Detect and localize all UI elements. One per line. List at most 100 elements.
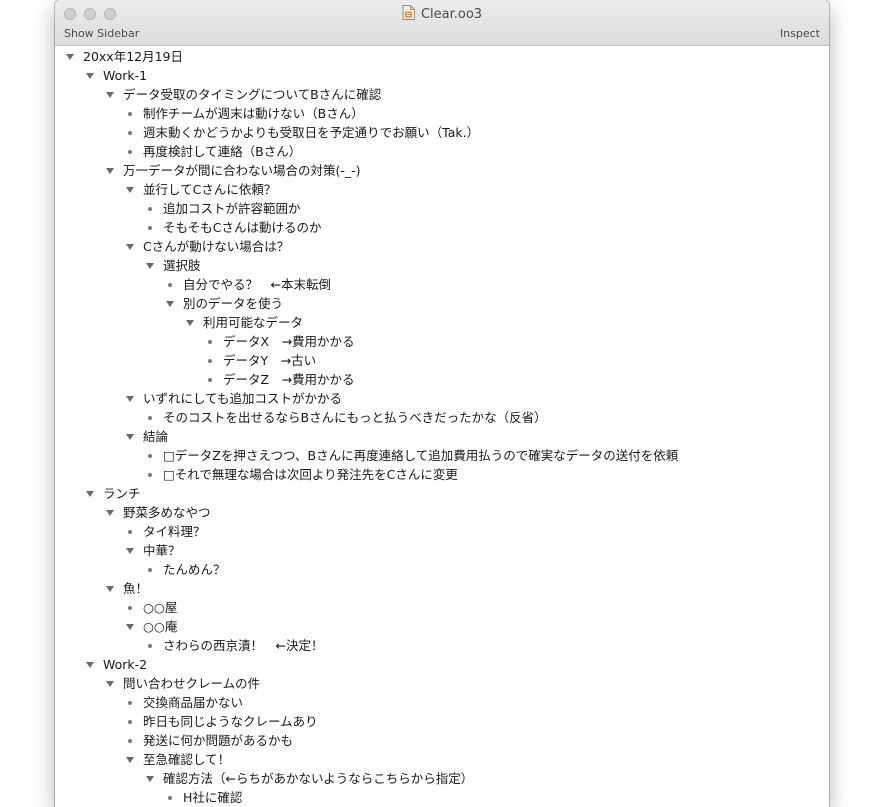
outline-row[interactable]: H社に確認 bbox=[55, 788, 829, 807]
disclosure-triangle-icon[interactable] bbox=[125, 541, 135, 560]
outline-row-parent[interactable]: 魚！ bbox=[55, 579, 829, 598]
outline-row-text[interactable]: そのコストを出せるならBさんにもっと払うべきだったかな（反省） bbox=[163, 408, 547, 427]
outline-row[interactable]: 週末動くかどうかよりも受取日を予定通りでお願い（Tak.） bbox=[55, 123, 829, 142]
outline-row-text[interactable]: Work-1 bbox=[103, 66, 147, 85]
disclosure-triangle-icon[interactable] bbox=[125, 180, 135, 199]
outline-row-text[interactable]: 選択肢 bbox=[163, 256, 201, 275]
outline-row-text[interactable]: 発送に何か問題があるかも bbox=[143, 731, 293, 750]
outline-row[interactable]: □データZを押さえつつ、Bさんに再度連絡して追加費用払うので確実なデータの送付を… bbox=[55, 446, 829, 465]
outline-row[interactable]: □それで無理な場合は次回より発注先をCさんに変更 bbox=[55, 465, 829, 484]
outline-row-parent[interactable]: 確認方法（←らちがあかないようならこちらから指定） bbox=[55, 769, 829, 788]
outline-row-text[interactable]: □それで無理な場合は次回より発注先をCさんに変更 bbox=[163, 465, 458, 484]
outline-row[interactable]: 自分でやる？ ←本末転倒 bbox=[55, 275, 829, 294]
outline-row-text[interactable]: 追加コストが許容範囲か bbox=[163, 199, 301, 218]
outline-row-parent[interactable]: 問い合わせクレームの件 bbox=[55, 674, 829, 693]
outline-row-text[interactable]: 至急確認して！ bbox=[143, 750, 230, 769]
outline-row-text[interactable]: ○○屋 bbox=[143, 598, 177, 617]
disclosure-triangle-icon[interactable] bbox=[125, 617, 135, 636]
outline-row[interactable]: 交換商品届かない bbox=[55, 693, 829, 712]
outline-row[interactable]: データZ →費用かかる bbox=[55, 370, 829, 389]
outline-row-text[interactable]: Cさんが動けない場合は？ bbox=[143, 237, 289, 256]
outline-row-text[interactable]: データY →古い bbox=[223, 351, 316, 370]
outline-row-parent[interactable]: 並行してCさんに依頼？ bbox=[55, 180, 829, 199]
outline-row-text[interactable]: 野菜多めなやつ bbox=[123, 503, 211, 522]
outline-row[interactable]: データY →古い bbox=[55, 351, 829, 370]
outline-row-text[interactable]: ○○庵 bbox=[143, 617, 177, 636]
outline-row-parent[interactable]: Work-1 bbox=[55, 66, 829, 85]
disclosure-triangle-icon[interactable] bbox=[125, 427, 135, 446]
outline-row[interactable]: タイ料理？ bbox=[55, 522, 829, 541]
outline-row-parent[interactable]: 選択肢 bbox=[55, 256, 829, 275]
outline-row-parent[interactable]: 別のデータを使う bbox=[55, 294, 829, 313]
disclosure-triangle-icon[interactable] bbox=[145, 256, 155, 275]
outline-row-text[interactable]: □データZを押さえつつ、Bさんに再度連絡して追加費用払うので確実なデータの送付を… bbox=[163, 446, 678, 465]
outline-row[interactable]: データX →費用かかる bbox=[55, 332, 829, 351]
outline-row-text[interactable]: 利用可能なデータ bbox=[203, 313, 303, 332]
disclosure-triangle-icon[interactable] bbox=[65, 47, 75, 66]
disclosure-triangle-icon[interactable] bbox=[105, 674, 115, 693]
outline-row-text[interactable]: データZ →費用かかる bbox=[223, 370, 355, 389]
outline-row-text[interactable]: いずれにしても追加コストがかかる bbox=[143, 389, 342, 408]
outline-row-parent[interactable]: 20xx年12月19日 bbox=[55, 47, 829, 66]
outline-row-text[interactable]: 20xx年12月19日 bbox=[83, 47, 183, 66]
disclosure-triangle-icon[interactable] bbox=[105, 85, 115, 104]
outline-row-text[interactable]: さわらの西京漬！ ←決定！ bbox=[163, 636, 323, 655]
outline-row-text[interactable]: そもそもCさんは動けるのか bbox=[163, 218, 321, 237]
outline-row[interactable]: たんめん？ bbox=[55, 560, 829, 579]
outline-row[interactable]: そもそもCさんは動けるのか bbox=[55, 218, 829, 237]
outline-row[interactable]: 追加コストが許容範囲か bbox=[55, 199, 829, 218]
disclosure-triangle-icon[interactable] bbox=[85, 655, 95, 674]
disclosure-triangle-icon[interactable] bbox=[165, 294, 175, 313]
outline-row-parent[interactable]: ランチ bbox=[55, 484, 829, 503]
outline-row[interactable]: そのコストを出せるならBさんにもっと払うべきだったかな（反省） bbox=[55, 408, 829, 427]
outline-row[interactable]: 制作チームが週末は動けない（Bさん） bbox=[55, 104, 829, 123]
disclosure-triangle-icon[interactable] bbox=[105, 161, 115, 180]
outline-row-text[interactable]: 別のデータを使う bbox=[183, 294, 283, 313]
outline-row[interactable]: 昨日も同じようなクレームあり bbox=[55, 712, 829, 731]
outline-row-text[interactable]: タイ料理？ bbox=[143, 522, 206, 541]
inspect-button[interactable]: Inspect bbox=[780, 27, 820, 41]
outline-row-text[interactable]: 万一データが間に合わない場合の対策(-_-) bbox=[123, 161, 361, 180]
outline-row-text[interactable]: 魚！ bbox=[123, 579, 148, 598]
outline-row-parent[interactable]: Work-2 bbox=[55, 655, 829, 674]
disclosure-triangle-icon[interactable] bbox=[125, 389, 135, 408]
outline-row-parent[interactable]: いずれにしても追加コストがかかる bbox=[55, 389, 829, 408]
outline-row-text[interactable]: Work-2 bbox=[103, 655, 147, 674]
outline-row-text[interactable]: H社に確認 bbox=[183, 788, 242, 807]
outline-row-text[interactable]: たんめん？ bbox=[163, 560, 226, 579]
disclosure-triangle-icon[interactable] bbox=[185, 313, 195, 332]
outline-row-parent[interactable]: 万一データが間に合わない場合の対策(-_-) bbox=[55, 161, 829, 180]
outline-row-parent[interactable]: 至急確認して！ bbox=[55, 750, 829, 769]
outline-row-parent[interactable]: 野菜多めなやつ bbox=[55, 503, 829, 522]
outline-row[interactable]: 発送に何か問題があるかも bbox=[55, 731, 829, 750]
outline-row-text[interactable]: データX →費用かかる bbox=[223, 332, 355, 351]
disclosure-triangle-icon[interactable] bbox=[105, 503, 115, 522]
disclosure-triangle-icon[interactable] bbox=[105, 579, 115, 598]
disclosure-triangle-icon[interactable] bbox=[125, 750, 135, 769]
outline-row-text[interactable]: 並行してCさんに依頼？ bbox=[143, 180, 276, 199]
disclosure-triangle-icon[interactable] bbox=[85, 66, 95, 85]
outline-row-parent[interactable]: データ受取のタイミングについてBさんに確認 bbox=[55, 85, 829, 104]
outline-row-text[interactable]: 週末動くかどうかよりも受取日を予定通りでお願い（Tak.） bbox=[143, 123, 479, 142]
outline-row-text[interactable]: 制作チームが週末は動けない（Bさん） bbox=[143, 104, 364, 123]
outline-row[interactable]: ○○屋 bbox=[55, 598, 829, 617]
outline-row-text[interactable]: 昨日も同じようなクレームあり bbox=[143, 712, 318, 731]
disclosure-triangle-icon[interactable] bbox=[145, 769, 155, 788]
outline-row-parent[interactable]: ○○庵 bbox=[55, 617, 829, 636]
show-sidebar-button[interactable]: Show Sidebar bbox=[64, 27, 139, 41]
disclosure-triangle-icon[interactable] bbox=[85, 484, 95, 503]
outline-row-text[interactable]: 確認方法（←らちがあかないようならこちらから指定） bbox=[163, 769, 473, 788]
outline-row-text[interactable]: 再度検討して連絡（Bさん） bbox=[143, 142, 301, 161]
outline-row-text[interactable]: 中華？ bbox=[143, 541, 181, 560]
outline-row-text[interactable]: データ受取のタイミングについてBさんに確認 bbox=[123, 85, 381, 104]
outline-row-text[interactable]: 交換商品届かない bbox=[143, 693, 243, 712]
outline-row-parent[interactable]: 利用可能なデータ bbox=[55, 313, 829, 332]
outline-row-text[interactable]: 結論 bbox=[143, 427, 168, 446]
outline-row-parent[interactable]: 結論 bbox=[55, 427, 829, 446]
outline-row-text[interactable]: ランチ bbox=[103, 484, 141, 503]
disclosure-triangle-icon[interactable] bbox=[125, 237, 135, 256]
outline-row-parent[interactable]: Cさんが動けない場合は？ bbox=[55, 237, 829, 256]
outline-row-text[interactable]: 問い合わせクレームの件 bbox=[123, 674, 260, 693]
outline-row-parent[interactable]: 中華？ bbox=[55, 541, 829, 560]
outline-row[interactable]: 再度検討して連絡（Bさん） bbox=[55, 142, 829, 161]
